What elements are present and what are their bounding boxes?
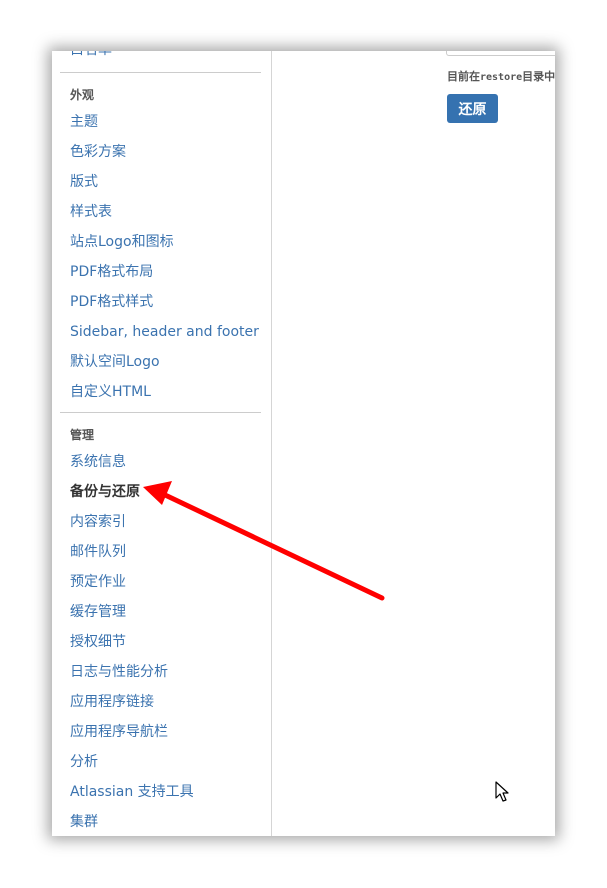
sidebar-item-whitelist[interactable]: 白名单: [70, 51, 112, 59]
restore-button[interactable]: 还原: [447, 94, 498, 123]
sidebar-item-cache-management[interactable]: 缓存管理: [70, 603, 126, 621]
sidebar-item-layout[interactable]: 版式: [70, 173, 98, 191]
sidebar-item-custom-html[interactable]: 自定义HTML: [70, 383, 151, 401]
sidebar-divider: [60, 72, 261, 73]
sidebar-item-content-index[interactable]: 内容索引: [70, 513, 126, 531]
sidebar-item-system-info[interactable]: 系统信息: [70, 453, 126, 471]
sidebar-item-site-logo[interactable]: 站点Logo和图标: [70, 233, 174, 251]
sidebar-item-application-links[interactable]: 应用程序链接: [70, 693, 154, 711]
file-input[interactable]: [446, 51, 555, 56]
sidebar-item-theme[interactable]: 主题: [70, 113, 98, 131]
sidebar-item-support-tools[interactable]: Atlassian 支持工具: [70, 783, 194, 801]
sidebar-item-mail-queue[interactable]: 邮件队列: [70, 543, 126, 561]
sidebar-item-color-scheme[interactable]: 色彩方案: [70, 143, 126, 161]
sidebar-item-pdf-layout[interactable]: PDF格式布局: [70, 263, 153, 281]
sidebar-item-sidebar-header-footer[interactable]: Sidebar, header and footer: [70, 323, 259, 341]
section-title-appearance: 外观: [70, 88, 95, 102]
sidebar-item-pdf-stylesheet[interactable]: PDF格式样式: [70, 293, 153, 311]
sidebar-item-default-space-logo[interactable]: 默认空间Logo: [70, 353, 160, 371]
screenshot-frame: 白名单 外观 主题 色彩方案 版式 样式表 站点Logo和图标 PDF格式布局 …: [52, 51, 555, 836]
sidebar-item-logging-profiling[interactable]: 日志与性能分析: [70, 663, 168, 681]
sidebar-item-analytics[interactable]: 分析: [70, 753, 98, 771]
sidebar-item-application-navigator[interactable]: 应用程序导航栏: [70, 723, 168, 741]
sidebar-item-stylesheet[interactable]: 样式表: [70, 203, 112, 221]
sidebar-item-backup-restore[interactable]: 备份与还原: [70, 483, 140, 501]
section-title-administration: 管理: [70, 428, 95, 442]
admin-sidebar: 白名单 外观 主题 色彩方案 版式 样式表 站点Logo和图标 PDF格式布局 …: [52, 51, 272, 836]
sidebar-item-license-details[interactable]: 授权细节: [70, 633, 126, 651]
sidebar-divider: [60, 412, 261, 413]
main-content: 目前在restore目录中 还原: [272, 51, 555, 836]
sidebar-item-clustering[interactable]: 集群: [70, 813, 98, 831]
sidebar-item-scheduled-jobs[interactable]: 预定作业: [70, 573, 126, 591]
restore-dir-info: 目前在restore目录中: [447, 70, 555, 83]
